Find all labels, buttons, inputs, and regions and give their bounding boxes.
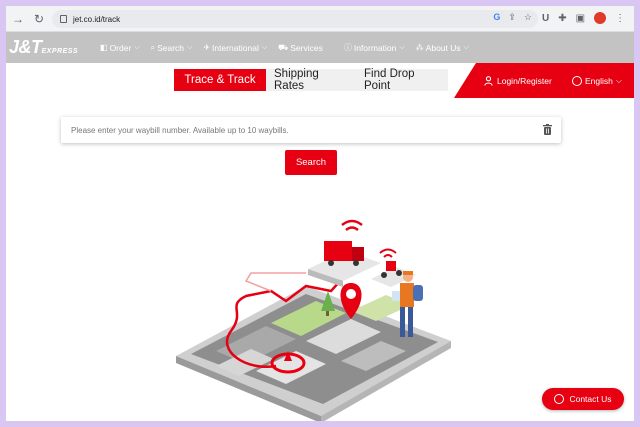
plane-icon: ✈ (203, 43, 211, 52)
extension-u-icon[interactable]: U (542, 13, 549, 24)
chat-icon (554, 394, 565, 404)
menu-label: Services (290, 42, 323, 53)
language-selector[interactable]: English ⌵ (572, 76, 622, 86)
info-icon: ⓘ (343, 43, 352, 52)
chevron-down-icon: ⌵ (463, 43, 469, 51)
share-icon[interactable]: ⇪ (508, 12, 516, 23)
reload-icon[interactable]: ↻ (30, 10, 48, 28)
menu-about-us[interactable]: ⁂ About Us ⌵ (416, 42, 469, 53)
tab-trace-track[interactable]: Trace & Track (174, 69, 266, 91)
menu-label: Order (109, 42, 132, 53)
menu-label: International (212, 42, 259, 53)
forward-icon[interactable]: → (9, 10, 27, 28)
menu-label: Search (157, 42, 185, 53)
google-icon[interactable]: G (493, 12, 500, 23)
truck-icon: ⛟ (278, 42, 289, 52)
contact-us-button[interactable]: Contact Us (542, 388, 624, 410)
user-icon (484, 76, 493, 86)
chevron-down-icon: ⌵ (261, 43, 268, 51)
menu-label: Information (353, 42, 397, 53)
contact-label: Contact Us (569, 394, 612, 404)
menu-search[interactable]: ⌕ Search ⌵ (151, 42, 193, 53)
menu-international[interactable]: ✈ International ⌵ (203, 42, 267, 53)
tracking-tabs: Trace & Track Shipping Rates Find Drop P… (174, 68, 448, 92)
menu-dots-icon[interactable]: ⋮ (615, 13, 625, 24)
sidepanel-icon[interactable]: ▣ (576, 13, 585, 24)
menu-services[interactable]: ⛟ Services (278, 42, 323, 53)
chevron-down-icon: ⌵ (187, 43, 193, 51)
chevron-down-icon: ⌵ (615, 76, 622, 85)
language-label: English (585, 76, 613, 86)
globe-icon (572, 76, 582, 86)
main-menu: ◧ Order ⌵ ⌕ Search ⌵ ✈ International ⌵ ⛟… (100, 42, 480, 53)
chevron-down-icon: ⌵ (134, 43, 140, 51)
waybill-input[interactable] (61, 118, 521, 142)
star-icon[interactable]: ☆ (524, 12, 532, 23)
browser-toolbar: → ↻ jet.co.id/track G ⇪ ☆ U ✚ ▣ ⋮ (6, 6, 634, 32)
tab-find-drop-point[interactable]: Find Drop Point (356, 68, 448, 92)
login-label: Login/Register (497, 76, 552, 86)
jt-logo[interactable]: J&TEXPRESS (9, 37, 78, 58)
people-icon: ⁂ (415, 43, 424, 52)
address-bar[interactable]: jet.co.id/track G ⇪ ☆ (52, 10, 538, 28)
browser-window: → ↻ jet.co.id/track G ⇪ ☆ U ✚ ▣ ⋮ J&TEXP… (6, 6, 634, 421)
site-navbar: J&TEXPRESS ◧ Order ⌵ ⌕ Search ⌵ ✈ Intern… (6, 32, 634, 63)
logo-text: J&T (9, 37, 42, 57)
waybill-box (61, 117, 561, 143)
search-button[interactable]: Search (285, 150, 337, 175)
profile-avatar[interactable] (594, 12, 607, 24)
login-register-link[interactable]: Login/Register (484, 76, 552, 86)
lock-icon (60, 15, 67, 23)
logo-subtext: EXPRESS (41, 48, 79, 55)
tracking-illustration (176, 219, 451, 421)
menu-information[interactable]: ⓘ Information ⌵ (344, 42, 405, 53)
tab-shipping-rates[interactable]: Shipping Rates (266, 68, 356, 92)
search-icon: ⌕ (150, 42, 156, 52)
puzzle-icon[interactable]: ✚ (558, 13, 566, 24)
chevron-down-icon: ⌵ (399, 43, 405, 51)
trash-icon[interactable] (543, 124, 552, 135)
url-text: jet.co.id/track (73, 14, 121, 24)
order-icon: ◧ (100, 43, 108, 52)
menu-label: About Us (425, 42, 461, 53)
menu-order[interactable]: ◧ Order ⌵ (100, 42, 140, 53)
